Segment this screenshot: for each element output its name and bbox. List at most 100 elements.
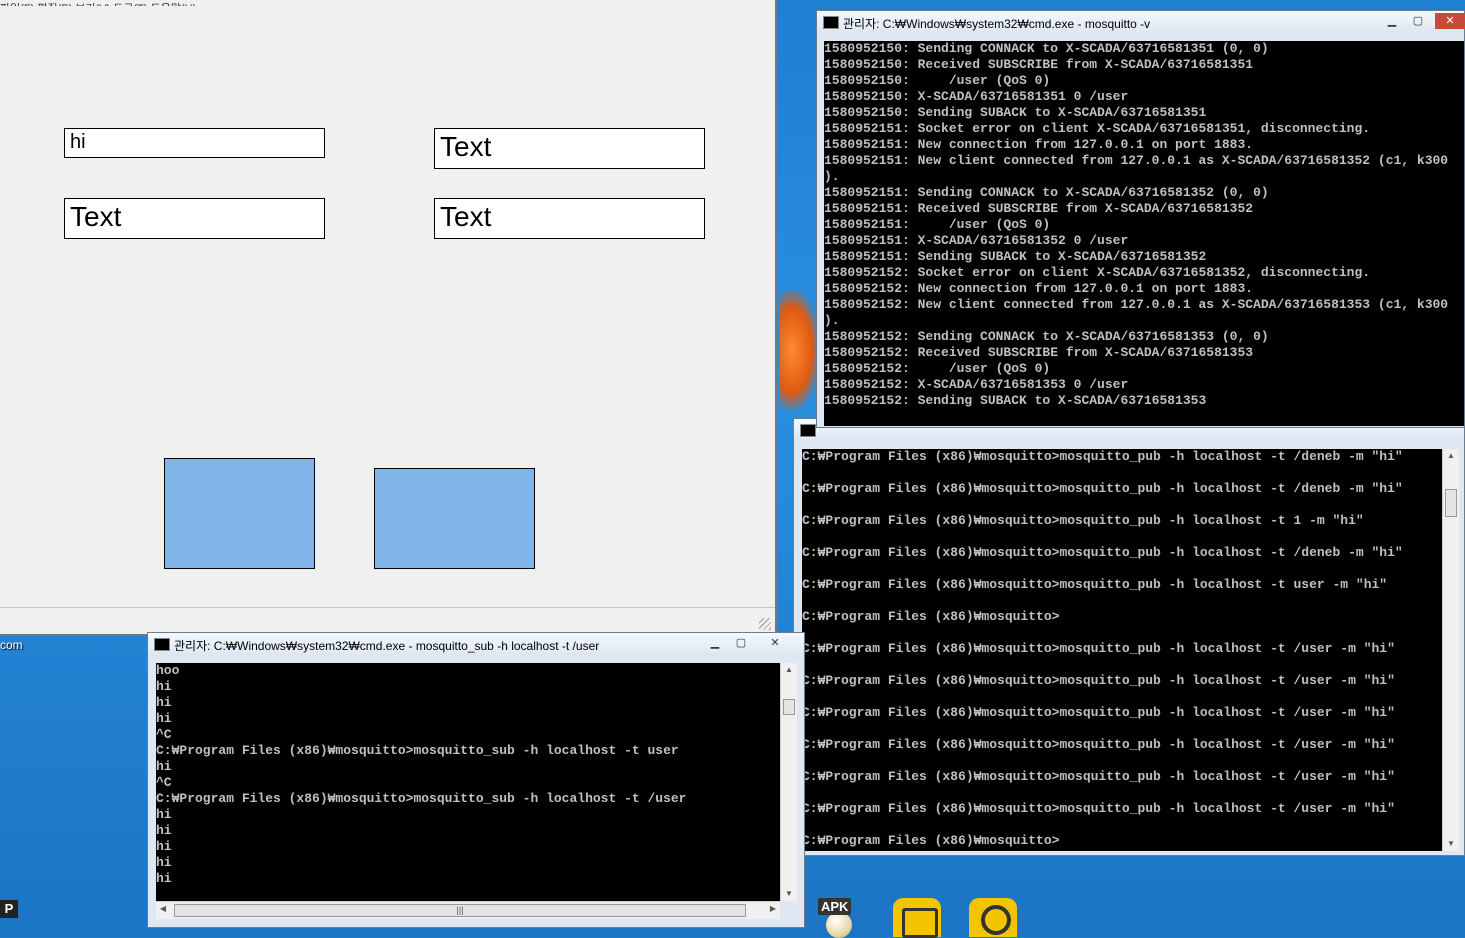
cmd-window-sub: 관리자: C:₩Windows₩system32₩cmd.exe - mosqu…	[147, 632, 805, 928]
desktop-icon-p[interactable]: P	[0, 900, 18, 918]
form-client-area: hi Text Text Text	[0, 6, 775, 607]
cmd-pub-console[interactable]: C:₩Program Files (x86)₩mosquitto>mosquit…	[802, 449, 1442, 851]
console-line: C:₩Program Files (x86)₩mosquitto>mosquit…	[802, 577, 1388, 592]
console-line: C:₩Program Files (x86)₩mosquitto>mosquit…	[156, 743, 679, 758]
console-line: 1580952152: X-SCADA/63716581353 0 /user	[824, 377, 1129, 392]
minimize-icon[interactable]: ▁	[1381, 13, 1403, 29]
scroll-down-icon[interactable]: ▼	[1443, 837, 1459, 851]
scroll-thumb[interactable]: |||	[174, 904, 746, 917]
console-line: C:₩Program Files (x86)₩mosquitto>	[802, 833, 1060, 848]
blue-button-right[interactable]	[374, 468, 535, 569]
console-line: C:₩Program Files (x86)₩mosquitto>mosquit…	[802, 513, 1364, 528]
console-line: hi	[156, 695, 172, 710]
console-line: 1580952150: X-SCADA/63716581351 0 /user	[824, 89, 1129, 104]
console-line: 1580952150: Sending CONNACK to X-SCADA/6…	[824, 41, 1269, 56]
console-line: 1580952151: X-SCADA/63716581352 0 /user	[824, 233, 1129, 248]
cmd-window-pub: C:₩Program Files (x86)₩mosquitto>mosquit…	[793, 418, 1465, 856]
cmd-sub-vscroll[interactable]: ▲ ▼	[780, 663, 797, 901]
cmd-icon	[154, 638, 170, 651]
resize-grip-icon[interactable]	[759, 618, 771, 630]
console-line: 1580952151: Sending CONNACK to X-SCADA/6…	[824, 185, 1269, 200]
console-line: 1580952150: /user (QoS 0)	[824, 73, 1051, 88]
cmd-sub-hscroll[interactable]: ◀ ||| ▶	[156, 901, 780, 919]
cmd-window-server: 관리자: C:₩Windows₩system32₩cmd.exe - mosqu…	[816, 10, 1465, 428]
scroll-left-icon[interactable]: ◀	[156, 902, 170, 919]
console-line: C:₩Program Files (x86)₩mosquitto>mosquit…	[802, 641, 1395, 656]
console-line: 1580952151: Socket error on client X-SCA…	[824, 121, 1371, 136]
console-line: C:₩Program Files (x86)₩mosquitto>mosquit…	[802, 705, 1395, 720]
scroll-right-icon[interactable]: ▶	[766, 902, 780, 919]
console-line: hi	[156, 759, 172, 774]
console-line: 1580952150: Received SUBSCRIBE from X-SC…	[824, 57, 1254, 72]
apk-egg-icon	[826, 912, 852, 938]
console-line: ^C	[156, 775, 172, 790]
console-line: 1580952152: Received SUBSCRIBE from X-SC…	[824, 345, 1254, 360]
textbox-top-right[interactable]: Text	[434, 128, 705, 169]
console-line: hi	[156, 839, 172, 854]
scroll-up-icon[interactable]: ▲	[1443, 449, 1459, 463]
console-line: C:₩Program Files (x86)₩mosquitto>mosquit…	[802, 769, 1395, 784]
console-line: 1580952152: Sending CONNACK to X-SCADA/6…	[824, 329, 1269, 344]
desktop-icon-label[interactable]: com	[0, 638, 23, 652]
minimize-icon[interactable]: ▁	[704, 635, 726, 651]
maximize-icon[interactable]: ▢	[730, 635, 752, 651]
status-bar	[0, 607, 775, 633]
window-switch-app-icon[interactable]	[893, 898, 941, 938]
textbox-bottom-right[interactable]: Text	[434, 198, 705, 239]
console-line: ).	[824, 169, 840, 184]
console-line: C:₩Program Files (x86)₩mosquitto>mosquit…	[802, 545, 1403, 560]
cmd-icon	[800, 424, 816, 437]
apk-badge: APK	[818, 898, 852, 915]
console-line: 1580952151: Sending SUBACK to X-SCADA/63…	[824, 249, 1207, 264]
console-line: 1580952151: New connection from 127.0.0.…	[824, 137, 1254, 152]
console-line: C:₩Program Files (x86)₩mosquitto>mosquit…	[802, 801, 1395, 816]
cmd-pub-vscroll[interactable]: ▲ ▼	[1442, 449, 1459, 851]
console-line: C:₩Program Files (x86)₩mosquitto>mosquit…	[802, 737, 1395, 752]
close-icon[interactable]: ✕	[760, 635, 790, 651]
console-line: C:₩Program Files (x86)₩mosquitto>	[802, 609, 1060, 624]
cmd-server-titlebar[interactable]: 관리자: C:₩Windows₩system32₩cmd.exe - mosqu…	[817, 11, 1465, 33]
scroll-thumb[interactable]	[783, 699, 795, 715]
console-line: 1580952151: New client connected from 12…	[824, 153, 1449, 168]
console-line: 1580952151: /user (QoS 0)	[824, 217, 1051, 232]
apk-desktop-icon[interactable]: APK	[818, 898, 858, 938]
textbox-bottom-left[interactable]: Text	[64, 198, 325, 239]
console-line: hi	[156, 807, 172, 822]
console-line: C:₩Program Files (x86)₩mosquitto>mosquit…	[156, 791, 687, 806]
cmd-sub-console[interactable]: hoo hi hi hi ^C C:₩Program Files (x86)₩mosqui…	[156, 663, 780, 901]
scroll-up-icon[interactable]: ▲	[781, 663, 797, 677]
cmd-icon	[823, 16, 839, 29]
console-line: hoo	[156, 663, 180, 678]
console-line: 1580952151: Received SUBSCRIBE from X-SC…	[824, 201, 1254, 216]
form-window: 파일(F) 편집(E) 보기(V) 도구(T) 도움말(H) hi Text T…	[0, 0, 777, 636]
cmd-server-console[interactable]: 1580952150: Sending CONNACK to X-SCADA/6…	[824, 41, 1464, 426]
console-line: hi	[156, 871, 172, 886]
desktop-wallpaper-swoosh	[780, 290, 820, 410]
console-line: C:₩Program Files (x86)₩mosquitto>mosquit…	[802, 449, 1403, 464]
console-line: hi	[156, 855, 172, 870]
scroll-thumb[interactable]	[1445, 489, 1457, 517]
maximize-icon[interactable]: ▢	[1407, 13, 1429, 29]
scroll-down-icon[interactable]: ▼	[781, 887, 797, 901]
cmd-sub-titlebar[interactable]: 관리자: C:₩Windows₩system32₩cmd.exe - mosqu…	[148, 633, 804, 655]
textbox-top-left[interactable]: hi	[64, 128, 325, 158]
console-line: ^C	[156, 727, 172, 742]
console-line: hi	[156, 679, 172, 694]
console-line: hi	[156, 711, 172, 726]
search-app-icon[interactable]	[969, 898, 1017, 937]
cmd-sub-title: 관리자: C:₩Windows₩system32₩cmd.exe - mosqu…	[174, 639, 600, 653]
console-line: 1580952152: New connection from 127.0.0.…	[824, 281, 1254, 296]
blue-button-left[interactable]	[164, 458, 315, 569]
console-line: hi	[156, 823, 172, 838]
close-icon[interactable]: ✕	[1435, 13, 1465, 29]
